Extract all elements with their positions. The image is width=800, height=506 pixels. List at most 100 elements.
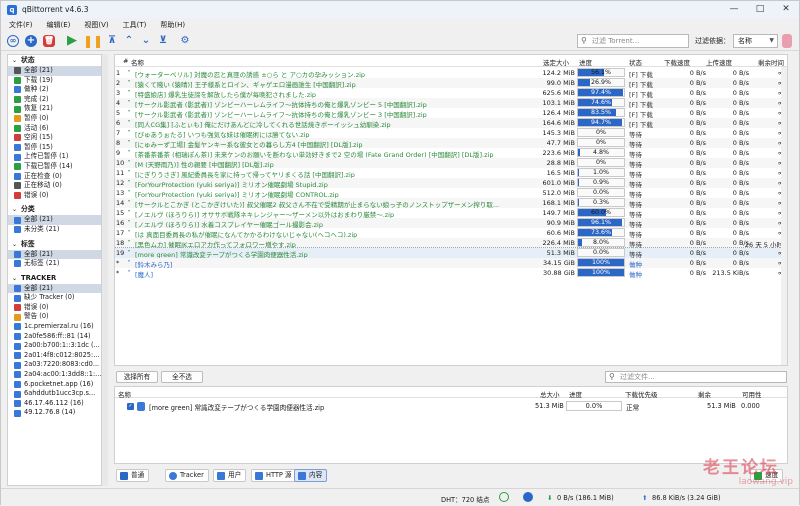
options-gear-icon[interactable]: ⚙ [178, 34, 192, 48]
table-row[interactable]: 3˅[特盛娘店] 爆乳生徒諦を解放したら僕が毎晩犯されました.zip625.6 … [115, 88, 787, 98]
table-row[interactable]: *˄[鈴木みら乃]34.15 GiB做种0 B/s0 B/s∞100% [115, 258, 787, 268]
file-col-progress[interactable]: 进度 [569, 389, 582, 399]
sidebar-item-status[interactable]: 活动 (6) [8, 124, 101, 134]
checkbox-checked-icon[interactable]: ✓ [127, 403, 134, 410]
sidebar-item-tracker[interactable]: 2a01:4f8:c012:8025:... [8, 351, 101, 361]
tracker-section-header[interactable]: ⌄TRACKER [8, 273, 101, 284]
select-none-button[interactable]: 全不选 [161, 371, 203, 383]
table-row[interactable]: 18˅[黑色ムカ] 催眠JKエロアカ作ってフォロワー増やす.zip226.4 M… [115, 238, 787, 248]
col-size[interactable]: 选定大小 [543, 57, 569, 67]
table-row[interactable]: 14˅[サークルとこかぎ (とこかぎけいた)] 叔父催眠2 叔父さん不在で受精期… [115, 198, 787, 208]
tag-section-header[interactable]: ⌄标签 [8, 239, 101, 250]
table-row[interactable]: *˄[魔人]30.88 GiB做种0 B/s213.5 KiB/s∞100% [115, 268, 787, 278]
move-down-icon[interactable]: ⌄ [139, 34, 153, 48]
menu-view[interactable]: 视图(V) [84, 20, 108, 30]
table-row[interactable]: 12˅[ForYourProtection (yuki seriya)] ミリオ… [115, 178, 787, 188]
table-row[interactable]: 11˅[にぎりうさぎ] 風紀委員長を家に持って帰ってヤリまくる話 [中国翻訳].… [115, 168, 787, 178]
torrent-filter-input[interactable]: ⚲ 过滤 Torrent... [577, 34, 689, 48]
close-icon[interactable]: ✕ [773, 1, 799, 18]
sidebar-item-tracker[interactable]: 2a03:7220:8083:cd0... [8, 360, 101, 370]
table-row[interactable]: 15˅[ノエルヴ (ほろりら)] オササボ戦隊ネキレンジャー～ザーメン以外はおま… [115, 208, 787, 218]
pause-icon[interactable]: ❚❚ [83, 34, 97, 48]
sidebar-item-status[interactable]: 下载已暂停 (14) [8, 162, 101, 172]
table-row[interactable]: 5˅[サークル影武者 (影武者)] ゾンビーハーレムライフ～抗体持ちの俺と爆乳ゾ… [115, 108, 787, 118]
sidebar-item-status[interactable]: 恢复 (21) [8, 104, 101, 114]
sidebar-item-tracker[interactable]: 2a00:b700:1::3:1dc (... [8, 341, 101, 351]
sidebar-item-tracker[interactable]: 6.pocketnet.app (16) [8, 380, 101, 390]
minimize-icon[interactable]: — [721, 1, 747, 18]
sidebar-item-status[interactable]: 正在移动 (0) [8, 181, 101, 191]
sidebar-item-status[interactable]: 做种 (2) [8, 85, 101, 95]
tab-content[interactable]: 内容 [294, 469, 327, 482]
table-row[interactable]: 9˅[茶番茶番茶 (相瑞ぽん茶)] 未来ケンのお願いを断わない単効好きまで2 空… [115, 148, 787, 158]
sidebar-item-status[interactable]: 错误 (0) [8, 191, 101, 201]
sidebar-item-tracker[interactable]: 2a0fe586:ff::81 (14) [8, 332, 101, 342]
col-upload-speed[interactable]: 上传速度 [706, 57, 732, 67]
sidebar-item-tracker[interactable]: 缺少 Tracker (0) [8, 293, 101, 303]
col-status[interactable]: 状态 [629, 57, 642, 67]
connection-status-icon[interactable] [499, 492, 509, 502]
sidebar-item-category[interactable]: 全部 (21) [8, 215, 101, 225]
col-name[interactable]: 名称 [131, 57, 144, 67]
table-row[interactable]: 1˅[ウォーターベリル] 対魔の忍と真匪の誘惑 ±○ら と ア○カの孕みッション… [115, 68, 787, 78]
filter-by-select[interactable]: 名称 ▼ [733, 34, 778, 48]
add-link-icon[interactable]: ∞ [7, 35, 19, 47]
col-eta[interactable]: 剩余时间 [758, 57, 784, 67]
sidebar-item-status[interactable]: 下载 (19) [8, 76, 101, 86]
table-row[interactable]: 19˅[more green] 常識改変テープがつくる学園肉便器性活.zip51… [115, 248, 787, 258]
sidebar-item-tag[interactable]: 全部 (21) [8, 250, 101, 260]
col-download-speed[interactable]: 下载速度 [664, 57, 690, 67]
table-row[interactable]: 8˅[にゅみーず工場] 金髪ヤンキー系な彼女との暮らし方4 [中国翻訳] [DL… [115, 138, 787, 148]
sidebar-item-status[interactable]: 空闲 (15) [8, 133, 101, 143]
tab-peers[interactable]: 用户 [213, 469, 246, 482]
sidebar-item-status[interactable]: 全部 (21) [8, 66, 101, 76]
file-filter-input[interactable]: ⚲ 过滤文件... [605, 371, 787, 383]
sidebar-item-tracker[interactable]: 46.17.46.112 (16) [8, 399, 101, 409]
table-row[interactable]: 2˅[猿くて賤い (猿晴)] 王子様系とロイン、ギャゲエロ漫画誰生 [中国翻訳]… [115, 78, 787, 88]
col-num[interactable]: # [123, 57, 128, 65]
table-row[interactable]: 4˅[サークル影武者 (影武者)] ゾンビーハーレムライフ～抗体持ちの俺と爆乳ゾ… [115, 98, 787, 108]
table-row[interactable]: 10˅[M (天野雨乃)] 性の親要 [中国翻訳] [DL版].zip28.8 … [115, 158, 787, 168]
sidebar-item-tracker[interactable]: 2a04:ac00:1:3dd8::1:... [8, 370, 101, 380]
tab-general[interactable]: 普通 [116, 469, 149, 482]
sidebar-scrollbar[interactable] [102, 54, 108, 486]
category-section-header[interactable]: ⌄分类 [8, 204, 101, 215]
table-row[interactable]: 13˅[ForYourProtection (yuki seriya)] ミリオ… [115, 188, 787, 198]
sidebar-item-tracker[interactable]: 警告 (0) [8, 312, 101, 322]
sidebar-item-status[interactable]: 暂停 (0) [8, 114, 101, 124]
move-up-icon[interactable]: ⌃ [122, 34, 136, 48]
file-col-priority[interactable]: 下载优先级 [625, 389, 658, 399]
sidebar-item-tracker[interactable]: 全部 (21) [8, 284, 101, 294]
sidebar-item-tracker[interactable]: 49.12.76.8 (14) [8, 408, 101, 418]
sidebar-item-tracker[interactable]: 6ahddutb1ucc3cp.s... [8, 389, 101, 399]
table-row[interactable]: 6˅[同人CG集] [ふとぃも] 俺にだけあんどに冷してくれる世話焼きボーイッシ… [115, 118, 787, 128]
file-col-availability[interactable]: 可用性 [742, 389, 762, 399]
torrent-list-scrollbar[interactable] [781, 67, 787, 365]
menu-file[interactable]: 文件(F) [9, 20, 33, 30]
menu-tools[interactable]: 工具(T) [123, 20, 147, 30]
move-bottom-icon[interactable]: ⊻ [156, 34, 170, 48]
sidebar-item-tracker[interactable]: 错误 (0) [8, 303, 101, 313]
sidebar-item-status[interactable]: 暂停 (15) [8, 143, 101, 153]
speed-limit-icon[interactable] [523, 492, 533, 502]
maximize-icon[interactable]: □ [747, 1, 773, 18]
lock-icon[interactable] [782, 34, 792, 48]
file-col-remaining[interactable]: 剩余 [698, 389, 711, 399]
file-col-size[interactable]: 总大小 [540, 389, 560, 399]
add-torrent-icon[interactable]: + [25, 35, 37, 47]
status-section-header[interactable]: ⌄状态 [8, 55, 101, 66]
file-row[interactable]: ✓ [more green] 常識改変テープがつくる学園肉便器性活.zip 51… [115, 401, 787, 412]
tab-http-sources[interactable]: HTTP 源 [251, 469, 297, 482]
sidebar-item-status[interactable]: 完成 (2) [8, 95, 101, 105]
sidebar-item-category[interactable]: 未分类 (21) [8, 225, 101, 235]
menu-help[interactable]: 帮助(H) [160, 20, 185, 30]
tab-tracker[interactable]: Tracker [165, 469, 209, 482]
sidebar-item-status[interactable]: 正在检查 (0) [8, 172, 101, 182]
table-row[interactable]: 17˅[は 真面目委員長の私が催眠になんてかかるわけないじゃない(ヘコヘコ).z… [115, 228, 787, 238]
col-progress[interactable]: 进度 [579, 57, 592, 67]
move-top-icon[interactable]: ⊼ [105, 34, 119, 48]
sidebar-item-tracker[interactable]: 1c.premierzal.ru (16) [8, 322, 101, 332]
table-row[interactable]: 7˅[ぴゅあうぉたる] いつも強気な妹は催眠術には勝てない.zip145.3 M… [115, 128, 787, 138]
file-col-name[interactable]: 名称 [118, 389, 131, 399]
delete-icon[interactable]: 🗑 [43, 35, 55, 47]
